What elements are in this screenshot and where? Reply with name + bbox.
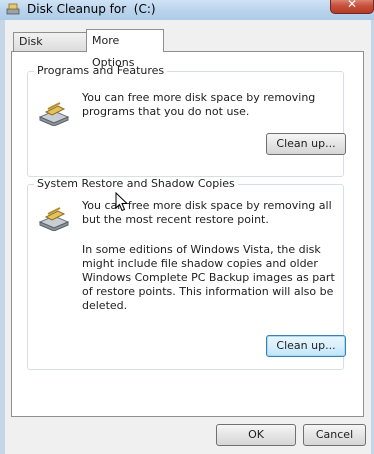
drive-cleanup-icon xyxy=(38,102,70,126)
title-bar[interactable]: Disk Cleanup for (C:) ✕ xyxy=(0,0,374,20)
more-options-panel: Programs and Features You can free more … xyxy=(11,51,364,417)
disk-cleanup-icon xyxy=(6,3,20,15)
ok-button[interactable]: OK xyxy=(216,424,296,446)
dialog-client-area: Disk Cleanup More Options Programs and F… xyxy=(0,20,374,454)
window-frame-left xyxy=(0,20,5,454)
tab-disk-cleanup[interactable]: Disk Cleanup xyxy=(13,32,87,66)
close-icon: ✕ xyxy=(347,0,358,11)
drive-cleanup-icon xyxy=(38,207,70,231)
restore-group-title: System Restore and Shadow Copies xyxy=(34,177,238,190)
programs-clean-up-button[interactable]: Clean up... xyxy=(266,133,346,155)
window-title: Disk Cleanup for (C:) xyxy=(27,2,156,16)
restore-note: In some editions of Windows Vista, the d… xyxy=(82,243,335,312)
restore-clean-up-button[interactable]: Clean up... xyxy=(266,335,346,357)
close-button[interactable]: ✕ xyxy=(330,0,374,14)
programs-and-features-group: Programs and Features You can free more … xyxy=(27,64,346,177)
system-restore-group: System Restore and Shadow Copies You can… xyxy=(27,177,346,370)
tab-more-options[interactable]: More Options xyxy=(86,29,164,69)
cancel-button[interactable]: Cancel xyxy=(303,424,366,446)
programs-description: You can free more disk space by removing… xyxy=(82,91,316,118)
mouse-pointer-icon xyxy=(115,192,129,212)
